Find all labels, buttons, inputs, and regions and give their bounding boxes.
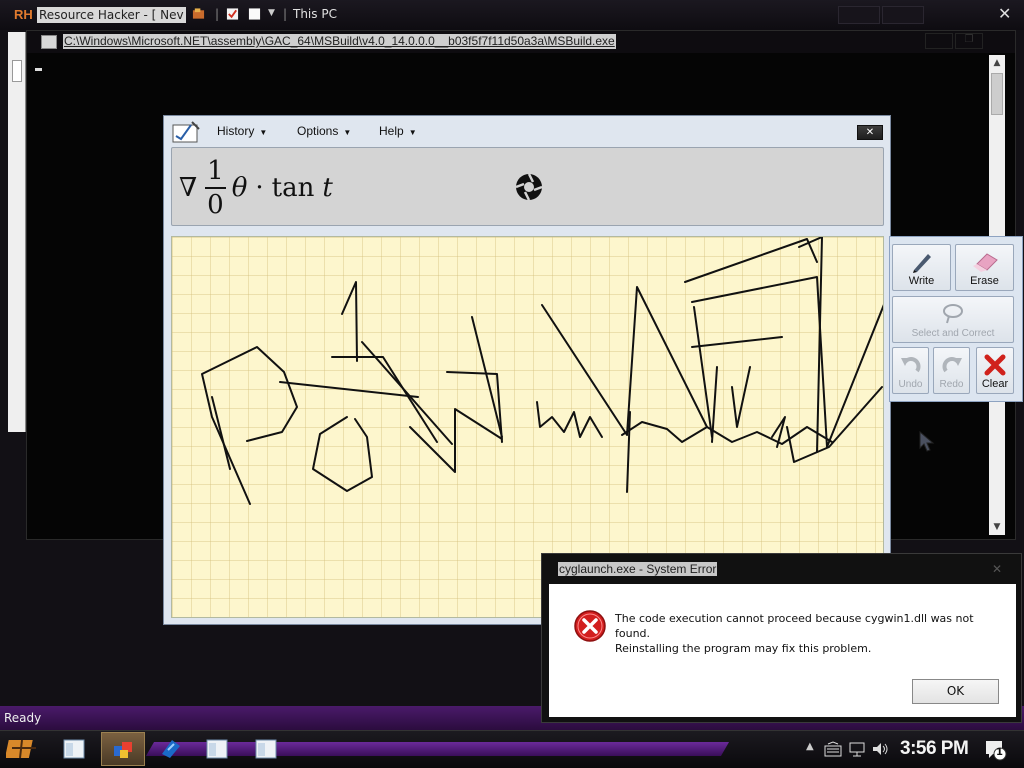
undo-icon [900,357,920,373]
text-cursor [35,68,42,71]
system-error-dialog[interactable]: cyglaunch.exe - System Error ✕ The code … [541,553,1022,723]
visual-studio-icon [162,740,180,758]
busy-spinner-icon [515,173,543,201]
menu-options[interactable]: Options ▼ [297,124,351,138]
menu-options-label: Options [297,124,339,138]
variable-t: t [322,173,333,203]
taskbar-window-button[interactable] [196,732,240,766]
taskbar-window-button[interactable] [245,732,289,766]
menu-history-label: History [217,124,255,138]
minimize-button[interactable] [925,33,953,49]
status-text: Ready [4,711,42,725]
math-input-panel-window[interactable]: History ▼ Options ▼ Help ▼ ✕ ∇ 1 0 θ · tan … [163,115,891,625]
clear-label: Clear [981,378,1009,390]
quick-access-icon[interactable] [192,7,205,21]
console-app-icon [41,35,57,49]
select-and-correct-label: Select and Correct [911,328,995,339]
menu-help-label: Help [379,124,404,138]
taskbar-explorer-button[interactable] [53,732,97,766]
resource-hacker-icon [114,742,132,758]
new-folder-icon[interactable] [248,7,261,21]
tan-function: tan [271,173,315,203]
start-orb-icon[interactable] [6,734,40,764]
properties-icon[interactable] [226,7,239,21]
select-and-correct-button[interactable]: Select and Correct [892,296,1014,343]
write-button[interactable]: Write [892,244,951,291]
maximize-button[interactable]: ❐ [955,33,983,49]
numerator: 1 [205,158,226,189]
explorer-window-icon [63,739,85,759]
error-message-line-2: Reinstalling the program may fix this pr… [615,642,872,655]
resource-hacker-logo: RH [14,7,33,22]
pen-icon [912,254,931,273]
taskbar-resource-hacker-button[interactable] [101,732,145,766]
resource-tree-pane[interactable] [8,32,26,432]
volume-icon[interactable] [871,741,889,757]
chevron-down-icon: ▼ [343,128,352,137]
close-button[interactable]: ✕ [857,125,883,140]
console-titlebar: C:\Windows\Microsoft.NET\assembly\GAC_64… [27,31,1015,53]
window-icon [206,739,228,759]
undo-label: Undo [898,379,923,390]
menu-help[interactable]: Help ▼ [379,124,417,138]
eraser-icon [972,253,998,272]
menu-history[interactable]: History ▼ [217,124,267,138]
keyboard-icon[interactable] [824,741,842,757]
taskbar: ▲ 3:56 PM 1 [0,730,1024,768]
erase-label: Erase [970,275,999,287]
ink-tool-panel: Write Erase Select and Correct Undo Redo… [889,236,1023,402]
recognized-formula: ∇ 1 0 θ · tan t [179,151,333,225]
customize-qa-chevron-icon[interactable]: ▼ [268,8,275,18]
redo-button[interactable]: Redo [933,347,970,394]
minimize-button[interactable] [838,6,880,24]
maximize-button[interactable] [882,6,924,24]
nabla-symbol: ∇ [179,173,198,203]
mouse-cursor-icon [919,430,935,452]
chevron-down-icon: ▼ [259,128,268,137]
dot-operator: · [255,173,264,203]
taskbar-visual-studio-button[interactable] [150,732,194,766]
window-icon [255,739,277,759]
scroll-up-icon[interactable]: ▲ [989,55,1005,71]
tree-node[interactable] [12,60,22,82]
dialog-title: cyglaunch.exe - System Error [558,562,718,576]
clear-button[interactable]: Clear [976,347,1014,394]
dialog-close-button[interactable]: ✕ [988,562,1006,576]
separator: | [215,7,220,21]
redo-label: Redo [939,379,964,390]
denominator: 0 [207,190,224,220]
ok-button[interactable]: OK [912,679,999,704]
undo-button[interactable]: Undo [892,347,929,394]
error-message-line-1: The code execution cannot proceed becaus… [615,612,974,640]
error-message: The code execution cannot proceed becaus… [615,611,1005,656]
resource-hacker-title: Resource Hacker - [ Nev [37,7,186,23]
math-input-panel-icon [172,121,200,143]
error-icon [574,610,606,642]
close-icon[interactable]: ✕ [998,4,1011,23]
theta-symbol: θ [231,173,248,203]
fraction: 1 0 [205,158,226,218]
separator: | [283,7,288,21]
notification-count: 1 [996,747,1003,758]
formula-preview: ∇ 1 0 θ · tan t [171,147,884,226]
erase-button[interactable]: Erase [955,244,1014,291]
scroll-down-icon[interactable]: ▼ [989,519,1005,535]
resource-hacker-titlebar: RH Resource Hacker - [ Nev | ▼ | This PC… [0,0,1024,30]
chevron-down-icon: ▼ [408,128,417,137]
dialog-body: The code execution cannot proceed becaus… [549,584,1016,717]
clear-x-icon [984,354,1006,376]
explorer-location: This PC [293,7,337,21]
network-icon[interactable] [848,741,866,757]
scroll-thumb[interactable] [991,73,1003,115]
system-clock[interactable]: 3:56 PM [900,738,969,760]
tray-overflow-chevron-icon[interactable]: ▲ [806,741,814,752]
write-label: Write [908,275,935,287]
redo-icon [942,357,962,373]
lasso-icon [943,304,963,324]
console-title: C:\Windows\Microsoft.NET\assembly\GAC_64… [63,34,616,49]
